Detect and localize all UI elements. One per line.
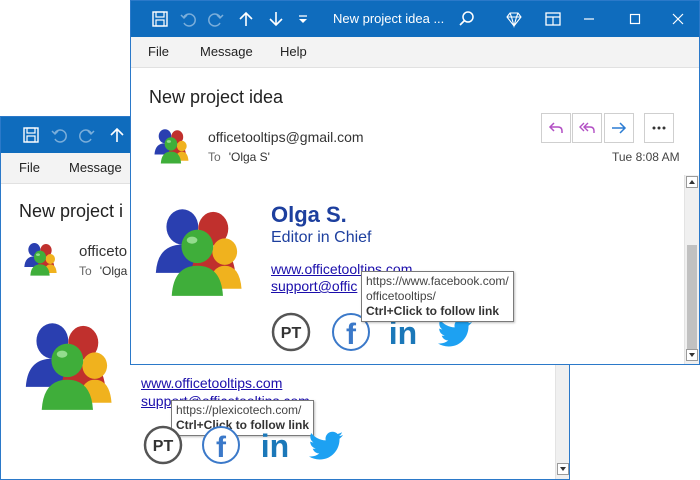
scroll-down-icon[interactable] — [686, 349, 698, 361]
plexicotech-logo-icon[interactable]: PT — [143, 425, 183, 465]
menu-help[interactable]: Help — [280, 44, 307, 59]
forward-icon — [612, 122, 627, 134]
facebook-letter: f — [216, 431, 227, 464]
tooltip-url-line1: https://www.facebook.com/ — [366, 274, 509, 288]
back-to-label: To — [79, 264, 92, 278]
reply-all-icon — [579, 122, 595, 133]
sender-email: officetooltips@gmail.com — [208, 129, 364, 145]
back-recipient-line: To 'Olga — [79, 264, 127, 278]
scroll-down-icon[interactable] — [557, 463, 569, 475]
linkedin-icon[interactable]: in — [255, 425, 295, 465]
signature-photo — [147, 199, 253, 299]
redo-icon[interactable] — [75, 123, 99, 147]
back-signature-photo — [17, 313, 123, 413]
more-dropdown-icon[interactable] — [291, 7, 315, 31]
front-scrollbar[interactable] — [684, 175, 699, 364]
menu-file[interactable]: File — [148, 44, 169, 59]
window-mode-icon[interactable] — [541, 7, 565, 31]
front-titlebar: New project idea ... — [131, 1, 699, 37]
linkedin-letters: in — [261, 428, 289, 464]
facebook-link-tooltip: https://www.facebook.com/ officetooltips… — [361, 271, 514, 322]
down-arrow-icon[interactable] — [264, 7, 288, 31]
message-subject: New project idea — [149, 87, 284, 107]
tooltip-hint: Ctrl+Click to follow link — [366, 304, 500, 318]
plexicotech-logo-icon[interactable]: PT — [271, 312, 311, 352]
signature-name: Olga S. — [271, 202, 347, 227]
scroll-up-icon[interactable] — [686, 176, 698, 188]
menu-message[interactable]: Message — [69, 160, 122, 175]
reply-all-button[interactable] — [572, 113, 602, 143]
search-icon[interactable] — [455, 7, 479, 31]
back-website-link[interactable]: www.officetooltips.com — [141, 375, 282, 391]
minimize-icon[interactable] — [566, 1, 612, 37]
front-menubar: File Message Help — [131, 37, 699, 68]
window-title: New project idea ... — [333, 11, 445, 26]
more-options-icon — [652, 126, 666, 130]
front-message-window: New project idea ... File Message Help N… — [130, 0, 700, 365]
save-icon[interactable] — [19, 123, 43, 147]
maximize-icon[interactable] — [612, 1, 658, 37]
undo-icon[interactable] — [47, 123, 71, 147]
recipient-line: To 'Olga S' — [208, 150, 270, 164]
support-email-link[interactable]: support@offic — [271, 278, 357, 294]
message-date: Tue 8:08 AM — [612, 150, 680, 164]
back-sender-avatar — [21, 239, 61, 277]
save-icon[interactable] — [148, 7, 172, 31]
twitter-icon[interactable] — [307, 425, 347, 465]
redo-icon[interactable] — [204, 7, 228, 31]
to-label: To — [208, 150, 221, 164]
tooltip-url: https://plexicotech.com/ — [176, 403, 302, 417]
diamond-icon[interactable] — [502, 7, 526, 31]
pt-logo-text: PT — [281, 325, 302, 342]
reply-button[interactable] — [541, 113, 571, 143]
forward-button[interactable] — [604, 113, 634, 143]
menu-file[interactable]: File — [19, 160, 40, 175]
sender-avatar — [151, 125, 193, 165]
more-options-button[interactable] — [644, 113, 674, 143]
up-arrow-icon[interactable] — [105, 123, 129, 147]
close-icon[interactable] — [655, 1, 699, 37]
undo-icon[interactable] — [176, 7, 200, 31]
to-value: 'Olga S' — [228, 150, 270, 164]
facebook-letter: f — [346, 318, 357, 351]
menu-message[interactable]: Message — [200, 44, 253, 59]
signature-role: Editor in Chief — [271, 229, 372, 246]
up-arrow-icon[interactable] — [234, 7, 258, 31]
facebook-icon[interactable]: f — [201, 425, 241, 465]
back-to-value: 'Olga — [99, 264, 128, 278]
tooltip-url-line2: officetooltips/ — [366, 289, 436, 303]
back-sender-email: officeto — [79, 243, 128, 260]
back-subject: New project i — [19, 201, 124, 221]
scroll-thumb[interactable] — [687, 245, 697, 349]
reply-icon — [548, 122, 563, 133]
pt-logo-text: PT — [153, 438, 174, 455]
